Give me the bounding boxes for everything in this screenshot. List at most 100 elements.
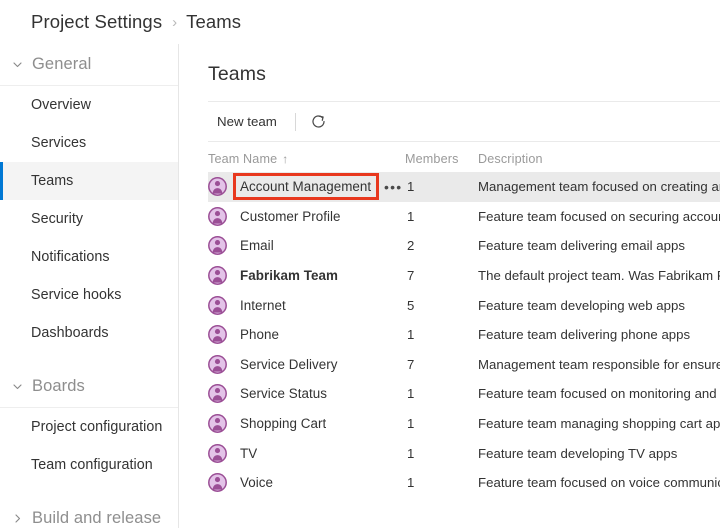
team-name-link[interactable]: Shopping Cart [236, 413, 331, 434]
row-context-menu-icon[interactable]: ••• [384, 180, 402, 194]
team-avatar-icon [208, 473, 227, 493]
table-row[interactable]: Fabrikam Team•••7 The default project tea… [208, 261, 720, 291]
team-name-label: Email [240, 238, 274, 254]
toolbar-divider [294, 112, 296, 131]
team-name-cell: Account Management ••• [208, 173, 405, 201]
team-description: Feature team delivering phone apps [478, 327, 691, 343]
teams-grid: Team Name ↑ Members Description Account … [208, 142, 720, 498]
team-members-count: 5 [407, 297, 415, 313]
team-name-label: Account Management [240, 179, 372, 195]
teams-toolbar: New team [208, 101, 720, 142]
team-description: Feature team focused on voice communic [478, 475, 720, 491]
team-name-label: Voice [240, 475, 274, 491]
team-name-cell: Shopping Cart••• [208, 413, 405, 434]
chevron-down-icon [9, 379, 25, 395]
team-members-count: 1 [407, 327, 415, 343]
sidebar-item-overview[interactable]: Overview [0, 86, 178, 124]
team-avatar-icon [208, 354, 227, 374]
sidebar-group-label: Build and release [32, 509, 162, 527]
sidebar-item-notifications[interactable]: Notifications [0, 238, 178, 276]
team-name-link[interactable]: Fabrikam Team [236, 265, 343, 286]
refresh-icon[interactable] [306, 109, 332, 135]
team-name-label: TV [240, 445, 258, 461]
team-name-cell: Internet••• [208, 295, 405, 316]
team-name-cell: Service Delivery••• [208, 354, 405, 375]
sort-ascending-icon: ↑ [282, 151, 289, 166]
team-name-link[interactable]: Service Status [236, 383, 332, 404]
team-name-link[interactable]: Customer Profile [236, 206, 346, 227]
sidebar-group-build-and-release[interactable]: Build and release [0, 498, 178, 528]
team-avatar-icon [208, 443, 227, 463]
team-name-cell: TV••• [208, 443, 405, 464]
column-header-team-name[interactable]: Team Name ↑ [208, 152, 405, 166]
table-row[interactable]: Shopping Cart•••1 Feature team managing s… [208, 409, 720, 439]
column-header-description[interactable]: Description [478, 152, 720, 166]
sidebar-item-label: Team configuration [31, 457, 153, 473]
team-description: Feature team focused on securing account [478, 208, 720, 224]
table-row[interactable]: Internet•••5 Feature team developing web … [208, 290, 720, 320]
table-row[interactable]: Service Delivery•••7 Management team resp… [208, 350, 720, 380]
team-members-count: 1 [407, 416, 415, 432]
sidebar-item-dashboards[interactable]: Dashboards [0, 314, 178, 352]
team-avatar-icon [208, 206, 227, 226]
sidebar-group-boards[interactable]: Boards [0, 366, 178, 408]
team-name-link[interactable]: TV [236, 443, 262, 464]
team-description: Feature team managing shopping cart app [478, 416, 720, 432]
team-name-cell: Fabrikam Team••• [208, 265, 405, 286]
table-row[interactable]: Phone•••1 Feature team delivering phone a… [208, 320, 720, 350]
table-row[interactable]: Email•••2 Feature team delivering email a… [208, 231, 720, 261]
sidebar-item-project-configuration[interactable]: Project configuration [0, 408, 178, 446]
sidebar-item-services[interactable]: Services [0, 124, 178, 162]
team-description: Management team focused on creating an [478, 179, 720, 195]
sidebar-item-label: Overview [31, 97, 91, 113]
table-row[interactable]: Customer Profile•••1 Feature team focused… [208, 202, 720, 232]
table-row[interactable]: Voice•••1 Feature team focused on voice c… [208, 468, 720, 498]
settings-sidebar: General Overview Services Teams Security Noti… [0, 44, 179, 528]
team-avatar-icon [208, 266, 227, 286]
sidebar-item-team-configuration[interactable]: Team configuration [0, 446, 178, 484]
team-name-label: Internet [240, 297, 286, 313]
team-name-link[interactable]: Account Management [232, 173, 380, 201]
team-avatar-icon [208, 414, 227, 433]
team-name-cell: Voice••• [208, 472, 405, 493]
team-members-count: 7 [407, 356, 415, 372]
project-settings-teams-page: Project Settings › Teams General Overview… [0, 0, 720, 528]
team-name-link[interactable]: Service Delivery [236, 354, 343, 375]
sidebar-item-security[interactable]: Security [0, 200, 178, 238]
team-members-count: 1 [407, 179, 415, 195]
column-header-members[interactable]: Members [405, 152, 478, 166]
team-description: Feature team delivering email apps [478, 238, 685, 254]
team-name-link[interactable]: Phone [236, 324, 284, 345]
column-header-description-label: Description [478, 152, 543, 166]
team-name-link[interactable]: Internet [236, 295, 291, 316]
team-name-cell: Customer Profile••• [208, 206, 405, 227]
team-description: Management team responsible for ensure [478, 356, 720, 372]
team-name-link[interactable]: Email [236, 235, 279, 256]
team-avatar-icon [208, 295, 227, 315]
table-row[interactable]: TV•••1 Feature team developing TV apps [208, 438, 720, 468]
sidebar-group-label: Boards [32, 377, 85, 395]
breadcrumb-current[interactable]: Teams [186, 11, 241, 33]
breadcrumb-root[interactable]: Project Settings [31, 11, 162, 33]
team-members-count: 1 [407, 475, 415, 491]
chevron-right-icon [9, 511, 25, 527]
sidebar-group-general[interactable]: General [0, 44, 178, 86]
new-team-button[interactable]: New team [208, 107, 286, 137]
sidebar-item-service-hooks[interactable]: Service hooks [0, 276, 178, 314]
sidebar-item-label: Dashboards [31, 325, 109, 341]
breadcrumb: Project Settings › Teams [0, 0, 720, 44]
team-description: The default project team. Was Fabrikam F… [478, 268, 720, 284]
team-name-link[interactable]: Voice [236, 472, 278, 493]
main-content: Teams New team Team Name ↑ Members Descr… [180, 44, 720, 528]
table-row[interactable]: Service Status•••1 Feature team focused o… [208, 379, 720, 409]
column-header-team-name-label: Team Name [208, 152, 278, 166]
breadcrumb-separator-icon: › [172, 13, 178, 31]
sidebar-item-label: Services [31, 135, 87, 151]
teams-grid-header: Team Name ↑ Members Description [208, 142, 720, 172]
table-row[interactable]: Account Management ••• 1 Management team fo… [208, 172, 720, 202]
sidebar-item-teams[interactable]: Teams [0, 162, 178, 200]
sidebar-item-label: Teams [31, 173, 74, 189]
team-avatar-icon [208, 384, 227, 404]
sidebar-item-label: Project configuration [31, 419, 163, 435]
team-name-cell: Phone••• [208, 324, 405, 345]
